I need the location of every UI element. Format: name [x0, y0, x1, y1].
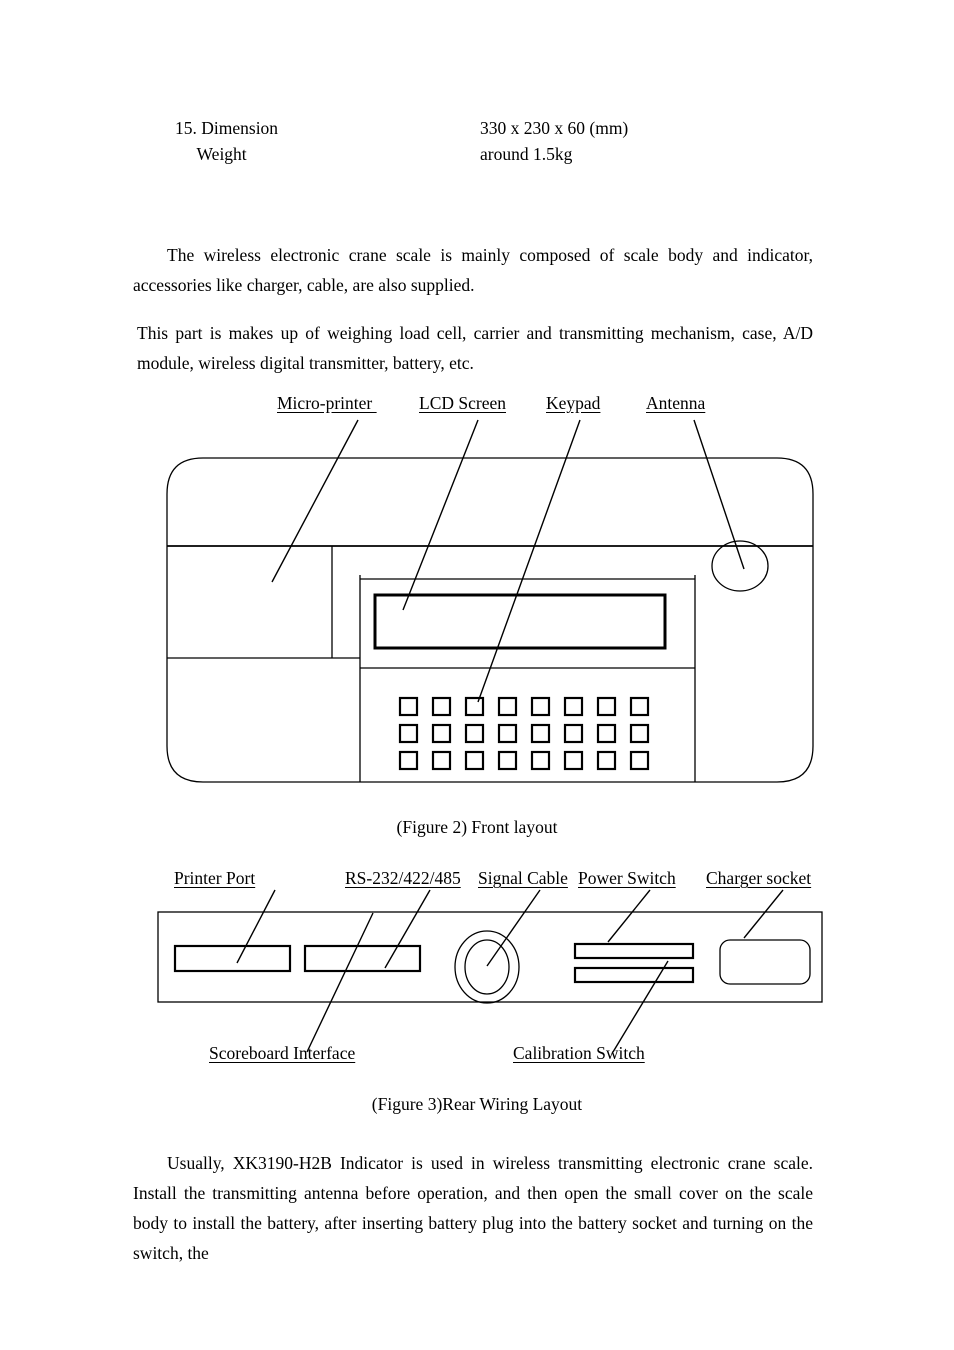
leader-line-micro-printer — [271, 419, 359, 583]
keypad-key[interactable] — [431, 750, 452, 771]
keypad-key[interactable] — [464, 723, 485, 744]
figure3-label-scoreboard-interface: Scoreboard Interface — [209, 1043, 356, 1063]
table-row: Weight around 1.5kg — [175, 141, 815, 167]
figure2-label-lcd-screen: LCD Screen — [419, 393, 506, 413]
keypad-key[interactable] — [596, 723, 617, 744]
keypad-key[interactable] — [563, 723, 584, 744]
keypad-grid — [398, 696, 650, 771]
keypad-key[interactable] — [431, 723, 452, 744]
figure2-label-keypad: Keypad — [546, 393, 601, 413]
rs232-port-connector[interactable] — [303, 944, 422, 973]
keypad-key[interactable] — [596, 750, 617, 771]
keypad-key[interactable] — [497, 723, 518, 744]
keypad-key[interactable] — [398, 696, 419, 717]
keypad-key[interactable] — [530, 750, 551, 771]
figure3-label-calibration-switch: Calibration Switch — [513, 1043, 645, 1063]
keypad-key[interactable] — [530, 723, 551, 744]
charger-socket[interactable] — [719, 939, 811, 985]
antenna-circle — [711, 540, 769, 592]
paragraph-usage: Usually, XK3190-H2B Indicator is used in… — [133, 1153, 813, 1263]
figure2-label-antenna: Antenna — [646, 393, 706, 413]
spec-value-weight: around 1.5kg — [480, 144, 573, 164]
keypad-key[interactable] — [563, 750, 584, 771]
keypad-key[interactable] — [464, 696, 485, 717]
printer-port-connector[interactable] — [173, 944, 292, 973]
figure3-label-charger-socket: Charger socket — [706, 868, 812, 888]
paragraph-composition: This part is makes up of weighing load c… — [137, 323, 813, 373]
leader-line-keypad — [477, 419, 581, 703]
keypad-key[interactable] — [563, 696, 584, 717]
leader-line-rs232 — [384, 889, 431, 969]
figure2-caption: (Figure 2) Front layout — [396, 817, 558, 837]
spec-label-dimension: 15. Dimension — [175, 118, 279, 138]
keypad-key[interactable] — [497, 750, 518, 771]
lcd-screen-rect — [373, 593, 667, 650]
leader-line-signal-cable — [486, 889, 541, 967]
keypad-key[interactable] — [464, 750, 485, 771]
paragraph-intro: The wireless electronic crane scale is m… — [133, 245, 813, 295]
figure2-label-micro-printer: Micro-printer — [277, 393, 377, 413]
keypad-key[interactable] — [398, 723, 419, 744]
calibration-switch-bar[interactable] — [573, 966, 695, 984]
leader-line-scoreboard-interface — [306, 912, 374, 1053]
keypad-key[interactable] — [530, 696, 551, 717]
leader-line-printer-port — [236, 889, 276, 964]
leader-line-power-switch — [607, 889, 651, 943]
figure3-label-rs232: RS-232/422/485 — [345, 868, 461, 888]
keypad-key[interactable] — [431, 696, 452, 717]
keypad-key[interactable] — [497, 696, 518, 717]
keypad-key[interactable] — [398, 750, 419, 771]
document-page: 15. Dimension 330 x 230 x 60 (mm) Weight… — [0, 0, 954, 1350]
figure3-caption: (Figure 3)Rear Wiring Layout — [371, 1094, 583, 1114]
figure2-front-layout-diagram — [166, 419, 814, 783]
keypad-key[interactable] — [629, 723, 650, 744]
spec-value-dimension: 330 x 230 x 60 (mm) — [480, 118, 629, 138]
table-row: 15. Dimension 330 x 230 x 60 (mm) — [175, 115, 815, 141]
device-case-outline — [166, 457, 814, 783]
keypad-key[interactable] — [596, 696, 617, 717]
power-switch-bar[interactable] — [573, 942, 695, 960]
signal-cable-inner-circle[interactable] — [464, 939, 510, 995]
figure3-label-signal-cable: Signal Cable — [478, 868, 568, 888]
leader-line-calibration-switch — [612, 960, 669, 1053]
spec-label-weight: Weight — [175, 144, 247, 164]
figure3-rear-wiring-diagram — [157, 889, 823, 1053]
leader-line-charger-socket — [743, 889, 784, 939]
rear-panel-frame — [157, 911, 823, 1003]
specification-table: 15. Dimension 330 x 230 x 60 (mm) Weight… — [175, 115, 815, 167]
figure3-label-power-switch: Power Switch — [578, 868, 676, 888]
figure3-label-printer-port: Printer Port — [174, 868, 256, 888]
keypad-key[interactable] — [629, 750, 650, 771]
keypad-key[interactable] — [629, 696, 650, 717]
leader-line-lcd-screen — [402, 419, 479, 611]
